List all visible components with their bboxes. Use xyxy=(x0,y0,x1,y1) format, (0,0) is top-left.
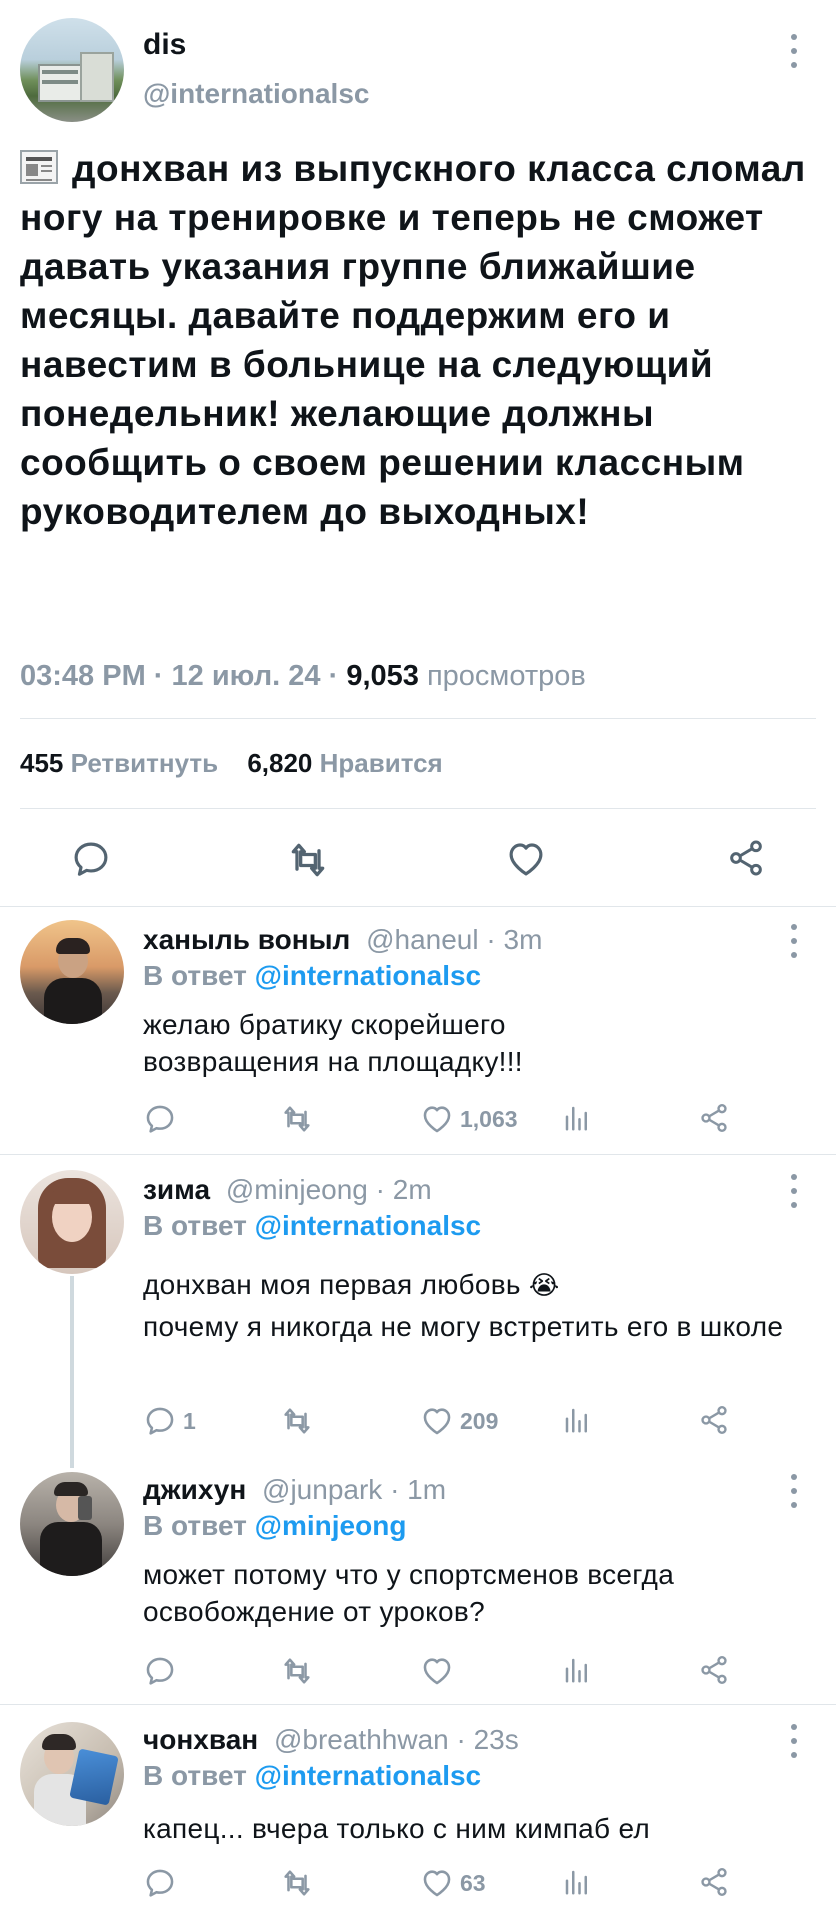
reply-to-line: В ответ @internationalsc xyxy=(143,960,481,992)
retweet-icon[interactable] xyxy=(280,1404,314,1438)
reply-to-link[interactable]: @internationalsc xyxy=(255,1760,481,1791)
reply-text: донхван моя первая любовь 😭 почему я ник… xyxy=(143,1266,803,1345)
analytics-icon[interactable] xyxy=(562,1654,592,1686)
share-icon[interactable] xyxy=(726,838,766,878)
timestamp: · 3m xyxy=(486,924,543,955)
reply-icon[interactable] xyxy=(143,1102,183,1136)
likes-stat[interactable]: 6,820 Нравится xyxy=(247,748,442,778)
like-count: 63 xyxy=(460,1869,486,1896)
share-icon[interactable] xyxy=(698,1866,730,1898)
reply-icon[interactable] xyxy=(143,1866,183,1900)
views-count: 9,053 xyxy=(346,660,419,692)
divider xyxy=(20,718,816,719)
reply-to-line: В ответ @internationalsc xyxy=(143,1210,481,1242)
handle[interactable]: @minjeong xyxy=(226,1174,368,1205)
reply-text: желаю братику скорейшего возвращения на … xyxy=(143,1009,523,1077)
tweet-meta: 03:48 PM · 12 июл. 24 · 9,053 просмотров xyxy=(20,660,586,693)
crying-face-emoji-icon: 😭 xyxy=(528,1270,560,1300)
retweet-icon[interactable] xyxy=(280,1102,314,1136)
tweet-body: донхван из выпускного класса сломал ногу… xyxy=(20,148,806,532)
reply-header: чонхван @breathhwan · 23s xyxy=(143,1724,519,1756)
reply-header: ханыль воныл @haneul · 3m xyxy=(143,924,542,956)
retweets-count: 455 xyxy=(20,748,64,778)
handle[interactable]: @breathhwan xyxy=(274,1724,449,1755)
reply-to-link[interactable]: @internationalsc xyxy=(255,1210,481,1241)
more-options-icon[interactable] xyxy=(786,34,802,68)
retweet-icon[interactable] xyxy=(286,838,330,882)
reply-text: может потому что у спортсменов всегда ос… xyxy=(143,1559,675,1627)
like-icon[interactable] xyxy=(505,838,547,880)
handle[interactable]: @haneul xyxy=(366,924,479,955)
analytics-icon[interactable] xyxy=(562,1404,592,1436)
like-icon[interactable]: 209 xyxy=(420,1404,498,1438)
avatar[interactable] xyxy=(20,920,124,1024)
separator: · xyxy=(328,660,339,692)
retweets-stat[interactable]: 455 Ретвитнуть xyxy=(20,748,225,778)
handle[interactable]: @junpark xyxy=(262,1474,382,1505)
reply-header: джихун @junpark · 1m xyxy=(143,1474,446,1506)
display-name[interactable]: джихун xyxy=(143,1474,246,1505)
like-icon[interactable]: 63 xyxy=(420,1866,486,1900)
retweets-label: Ретвитнуть xyxy=(70,748,219,778)
newspaper-emoji-icon xyxy=(20,150,58,184)
like-count: 209 xyxy=(460,1407,499,1434)
reply-to-link[interactable]: @minjeong xyxy=(255,1510,407,1541)
display-name[interactable]: зима xyxy=(143,1174,210,1205)
thread-line xyxy=(70,1276,74,1468)
retweet-icon[interactable] xyxy=(280,1866,314,1900)
reply-count: 1 xyxy=(183,1407,196,1434)
reply-to-link[interactable]: @internationalsc xyxy=(255,960,481,991)
views-label: просмотров xyxy=(426,660,586,692)
retweet-icon[interactable] xyxy=(280,1654,314,1688)
tweet-stats: 455 Ретвитнуть 6,820 Нравится xyxy=(20,748,443,779)
reply-icon[interactable]: 1 xyxy=(143,1404,196,1438)
reply-icon[interactable] xyxy=(70,838,112,880)
analytics-icon[interactable] xyxy=(562,1102,592,1134)
reply-text-line: донхван моя первая любовь 😭 xyxy=(143,1266,803,1304)
more-options-icon[interactable] xyxy=(786,1174,802,1208)
divider xyxy=(20,808,816,809)
display-name[interactable]: dis xyxy=(143,28,186,62)
reply-header: зима @minjeong · 2m xyxy=(143,1174,432,1206)
tweet-date[interactable]: 12 июл. 24 xyxy=(172,660,321,692)
tweet-text: донхван из выпускного класса сломал ногу… xyxy=(20,144,820,536)
analytics-icon[interactable] xyxy=(562,1866,592,1898)
avatar[interactable] xyxy=(20,1722,124,1826)
display-name[interactable]: чонхван xyxy=(143,1724,258,1755)
reply-text-part: донхван моя первая любовь xyxy=(143,1269,521,1300)
reply-text-line: почему я никогда не могу встретить его в… xyxy=(143,1311,784,1342)
avatar[interactable] xyxy=(20,1472,124,1576)
more-options-icon[interactable] xyxy=(786,924,802,958)
reply-to-line: В ответ @internationalsc xyxy=(143,1760,481,1792)
reply-to-line: В ответ @minjeong xyxy=(143,1510,406,1542)
reply-text: капец... вчера только с ним кимпаб ел xyxy=(143,1813,651,1844)
handle[interactable]: @internationalsc xyxy=(143,78,369,110)
likes-label: Нравится xyxy=(319,748,443,778)
timestamp: · 2m xyxy=(375,1174,432,1205)
separator: · xyxy=(153,660,164,692)
reply-prefix: В ответ xyxy=(143,1210,247,1241)
divider xyxy=(0,1154,836,1155)
like-icon[interactable] xyxy=(420,1654,460,1688)
share-icon[interactable] xyxy=(698,1654,730,1686)
avatar[interactable] xyxy=(20,1170,124,1274)
likes-count: 6,820 xyxy=(247,748,313,778)
divider xyxy=(0,906,836,907)
more-options-icon[interactable] xyxy=(786,1724,802,1758)
reply-prefix: В ответ xyxy=(143,1760,247,1791)
tweet-time[interactable]: 03:48 PM xyxy=(20,660,146,692)
reply-prefix: В ответ xyxy=(143,1510,247,1541)
display-name[interactable]: ханыль воныл xyxy=(143,924,350,955)
reply-icon[interactable] xyxy=(143,1654,183,1688)
share-icon[interactable] xyxy=(698,1404,730,1436)
timestamp: · 23s xyxy=(456,1724,519,1755)
timestamp: · 1m xyxy=(390,1474,447,1505)
share-icon[interactable] xyxy=(698,1102,730,1134)
more-options-icon[interactable] xyxy=(786,1474,802,1508)
like-count: 1,063 xyxy=(460,1105,518,1132)
like-icon[interactable]: 1,063 xyxy=(420,1102,518,1136)
divider xyxy=(0,1704,836,1705)
reply-prefix: В ответ xyxy=(143,960,247,991)
avatar[interactable] xyxy=(20,18,124,122)
